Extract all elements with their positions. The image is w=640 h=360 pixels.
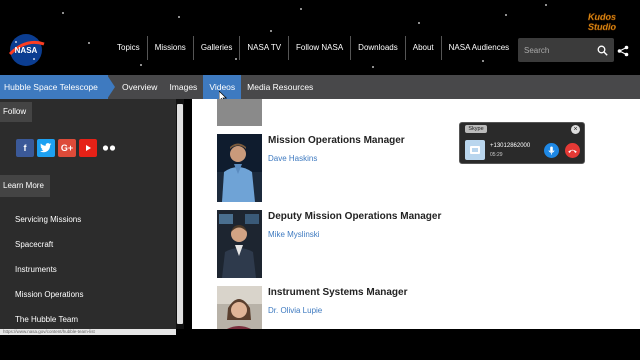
hang-up-button[interactable] [565, 143, 580, 158]
watermark-line-1: Kudos [588, 12, 616, 22]
call-duration: 05:29 [490, 152, 503, 158]
learn-more-links: Servicing Missions Spacecraft Instrument… [15, 207, 83, 329]
team-title: Instrument Systems Manager [268, 287, 408, 298]
tab-overview[interactable]: Overview [116, 75, 163, 99]
search-button[interactable] [592, 38, 612, 62]
sidebar: Follow f G+ Learn More Servicing Mission… [0, 99, 176, 329]
google-plus-icon[interactable]: G+ [58, 139, 76, 157]
contact-avatar [465, 140, 485, 160]
skype-logo: Skype [465, 125, 487, 133]
learn-more-heading: Learn More [0, 175, 50, 197]
search-box [518, 38, 614, 62]
section-title-arrow [107, 75, 115, 99]
twitter-icon[interactable] [37, 139, 55, 157]
sidebar-item-servicing-missions[interactable]: Servicing Missions [15, 207, 83, 232]
video-letterbox [0, 335, 640, 360]
nav-galleries[interactable]: Galleries [194, 36, 241, 60]
phone-hangup-icon [568, 149, 577, 153]
tab-media-resources[interactable]: Media Resources [241, 75, 319, 99]
watermark-line-2: Studio [588, 22, 616, 32]
nav-downloads[interactable]: Downloads [351, 36, 406, 60]
nav-nasa-audiences[interactable]: NASA Audiences [442, 36, 516, 60]
nav-about[interactable]: About [406, 36, 442, 60]
section-nav: Hubble Space Telescope Overview Images V… [0, 75, 640, 99]
follow-heading: Follow [0, 102, 33, 122]
nav-missions[interactable]: Missions [148, 36, 194, 60]
team-photo-partial [217, 99, 262, 126]
skype-call-popup: Skype × +13012862000 05:29 [459, 122, 585, 164]
sidebar-item-instruments[interactable]: Instruments [15, 257, 83, 282]
caller-number: +13012862000 [490, 143, 531, 149]
team-name-link[interactable]: Mike Myslinski [268, 230, 320, 239]
flickr-icon[interactable] [100, 139, 118, 157]
microphone-icon [548, 146, 555, 155]
team-title: Mission Operations Manager [268, 135, 405, 146]
section-tabs: Overview Images Videos Media Resources [116, 75, 319, 99]
nav-topics[interactable]: Topics [110, 36, 148, 60]
sidebar-scrollbar-thumb[interactable] [177, 104, 183, 324]
search-icon [597, 45, 608, 56]
nasa-logo[interactable]: NASA [6, 32, 46, 68]
site-header: NASA Topics Missions Galleries NASA TV F… [0, 0, 640, 75]
team-photo-mike-myslinski [217, 210, 262, 278]
team-name-link[interactable]: Dr. Olivia Lupie [268, 306, 322, 315]
team-title: Deputy Mission Operations Manager [268, 211, 442, 222]
team-photo-dave-haskins [217, 134, 262, 202]
team-photo-olivia-lupie [217, 286, 262, 329]
youtube-icon[interactable] [79, 139, 97, 157]
team-name-link[interactable]: Dave Haskins [268, 154, 317, 163]
search-input[interactable] [518, 45, 592, 55]
facebook-icon[interactable]: f [16, 139, 34, 157]
main-nav: Topics Missions Galleries NASA TV Follow… [110, 36, 516, 60]
close-icon[interactable]: × [571, 125, 580, 134]
browser-window: NASA Topics Missions Galleries NASA TV F… [0, 0, 640, 360]
mute-button[interactable] [544, 143, 559, 158]
sidebar-item-spacecraft[interactable]: Spacecraft [15, 232, 83, 257]
sidebar-item-hubble-team[interactable]: The Hubble Team [15, 307, 83, 329]
nav-follow-nasa[interactable]: Follow NASA [289, 36, 352, 60]
section-title-hubble[interactable]: Hubble Space Telescope [0, 75, 108, 99]
share-icon[interactable] [617, 44, 629, 57]
nav-nasa-tv[interactable]: NASA TV [240, 36, 290, 60]
kudos-studio-watermark: Kudos Studio [578, 10, 626, 34]
nasa-logo-text: NASA [15, 46, 38, 55]
tab-images[interactable]: Images [163, 75, 203, 99]
sidebar-item-mission-operations[interactable]: Mission Operations [15, 282, 83, 307]
social-links: f G+ [16, 139, 118, 157]
